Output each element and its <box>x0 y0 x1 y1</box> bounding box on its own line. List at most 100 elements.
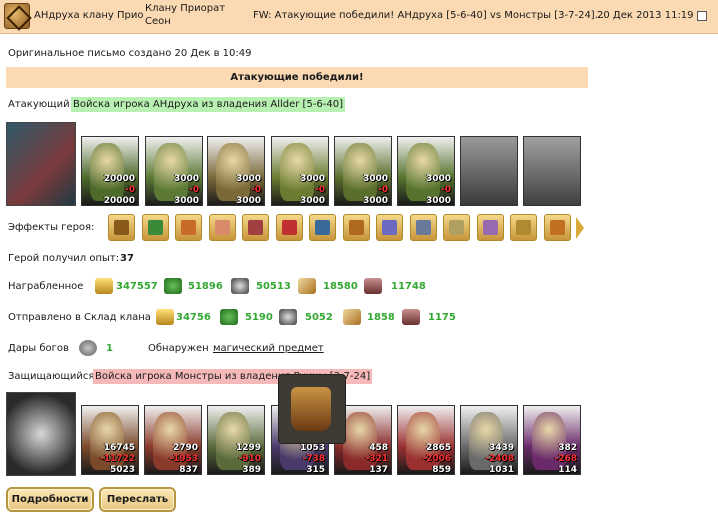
unit-count: 3000 <box>425 174 451 184</box>
ring-icon[interactable] <box>476 214 504 241</box>
message-sender: АНдруха клану Прио <box>34 10 144 21</box>
crest-icon[interactable] <box>543 214 571 241</box>
unit-count: 382 <box>558 443 577 453</box>
clan-emblem-icon <box>4 3 30 29</box>
resource-value: 1858 <box>367 312 395 323</box>
message-subject: FW: Атакующие победили! АНдруха [5-6-40]… <box>253 10 605 21</box>
defender-unit[interactable]: 16745 -11722 5023 <box>81 405 139 475</box>
message-header: АНдруха клану Прио Клану Приорат Сеон FW… <box>0 0 718 34</box>
unit-figure-icon <box>216 143 250 201</box>
defender-unit[interactable]: 3439 -2408 1031 <box>460 405 518 475</box>
magic-item-link[interactable]: магический предмет <box>213 343 324 354</box>
unit-count: 3000 <box>235 174 261 184</box>
unit-loss: -11722 <box>99 454 135 464</box>
feather-icon <box>343 309 361 325</box>
gold-icon <box>156 309 174 325</box>
attacker-unit[interactable]: 3000 -0 3000 <box>145 136 203 206</box>
ore-icon <box>231 278 249 294</box>
unit-loss: -321 <box>365 454 388 464</box>
unit-loss: -0 <box>125 185 135 195</box>
unit-count: 3000 <box>362 174 388 184</box>
unit-loss: -0 <box>378 185 388 195</box>
unit-remaining: 315 <box>306 465 325 475</box>
dice-icon[interactable] <box>275 214 303 241</box>
details-button[interactable]: Подробности <box>6 487 94 512</box>
found-label: Обнаружен <box>148 343 209 354</box>
amulet-icon[interactable] <box>409 214 437 241</box>
attacker-unit[interactable]: 3000 -0 3000 <box>271 136 329 206</box>
defender-unit[interactable]: 1299 -910 389 <box>207 405 265 475</box>
defender-unit[interactable]: 382 -268 114 <box>523 405 581 475</box>
clan-storage-label: Отправлено в Склад клана <box>8 312 151 323</box>
experience-label: Герой получил опыт: <box>8 253 120 264</box>
defender-portrait[interactable] <box>6 392 76 476</box>
unit-count: 2865 <box>425 443 451 453</box>
unit-count: 2790 <box>172 443 198 453</box>
attacker-unit[interactable]: 3000 -0 3000 <box>207 136 265 206</box>
forward-button[interactable]: Переслать <box>99 487 176 512</box>
unit-loss: -1953 <box>169 454 198 464</box>
gift-icon[interactable] <box>443 214 470 241</box>
unit-loss: -268 <box>554 454 577 464</box>
unit-figure-icon <box>280 143 314 201</box>
loot-label: Награбленное <box>8 281 84 292</box>
attacker-unit[interactable]: 20000 -0 20000 <box>81 136 139 206</box>
defender-unit[interactable]: 2865 -2006 859 <box>397 405 455 475</box>
effects-scroll-arrow-icon[interactable] <box>576 217 584 239</box>
wood-icon <box>220 309 238 325</box>
attacker-unit[interactable]: 3000 -0 3000 <box>334 136 392 206</box>
unit-loss: -738 <box>302 454 325 464</box>
feather-icon <box>298 278 316 294</box>
attacker-unit[interactable]: 3000 -0 3000 <box>397 136 455 206</box>
hand-icon[interactable] <box>208 214 236 241</box>
scroll-icon[interactable] <box>342 214 370 241</box>
unit-remaining: 859 <box>432 465 451 475</box>
resource-value: 5052 <box>305 312 333 323</box>
stone-icon <box>402 309 420 325</box>
experience-value: 37 <box>120 253 134 264</box>
unit-loss: -2408 <box>485 454 514 464</box>
dagger-icon[interactable] <box>510 214 537 241</box>
unit-count: 16745 <box>103 443 135 453</box>
unit-figure-icon <box>406 143 440 201</box>
unit-loss: -0 <box>189 185 199 195</box>
unit-remaining: 1031 <box>488 465 514 475</box>
unit-remaining: 114 <box>558 465 577 475</box>
shield-icon[interactable] <box>309 214 336 241</box>
gift-icon <box>79 340 97 356</box>
unit-count: 20000 <box>103 174 135 184</box>
unit-loss: -2006 <box>422 454 451 464</box>
stone-icon <box>364 278 382 294</box>
defender-label: Защищающийся <box>8 371 95 382</box>
gold-icon <box>95 278 113 294</box>
resource-value: 1175 <box>428 312 456 323</box>
unit-remaining: 389 <box>242 465 261 475</box>
unit-count: 3439 <box>488 443 514 453</box>
select-checkbox[interactable] <box>697 11 707 21</box>
unit-remaining: 837 <box>179 465 198 475</box>
resource-value: 18580 <box>323 281 358 292</box>
defender-unit[interactable]: 2790 -1953 837 <box>144 405 202 475</box>
unit-count: 1053 <box>299 443 325 453</box>
unit-loss: -0 <box>441 185 451 195</box>
gifts-value: 1 <box>106 343 113 354</box>
magic-item-popup <box>278 374 346 444</box>
chest-icon[interactable] <box>242 214 269 241</box>
message-recipient: Клану Приорат Сеон <box>145 3 226 27</box>
message-date: 20 Дек 2013 11:19 <box>597 10 694 21</box>
unit-loss: -0 <box>315 185 325 195</box>
created-line: Оригинальное письмо создано 20 Дек в 10:… <box>8 48 252 59</box>
attacker-hero-portrait[interactable] <box>6 122 76 206</box>
handshake-icon[interactable] <box>175 214 202 241</box>
ore-icon <box>279 309 297 325</box>
gifts-label: Дары богов <box>8 343 69 354</box>
helmet-icon[interactable] <box>108 214 135 241</box>
unit-loss: -0 <box>251 185 261 195</box>
attacker-label: Атакующий <box>8 99 70 110</box>
sun-icon[interactable] <box>376 214 403 241</box>
resource-value: 34756 <box>176 312 211 323</box>
battle-result-banner: Атакующие победили! <box>6 67 588 88</box>
sword-icon[interactable] <box>141 214 169 241</box>
unit-count: 3000 <box>173 174 199 184</box>
unit-figure-icon <box>90 143 124 201</box>
